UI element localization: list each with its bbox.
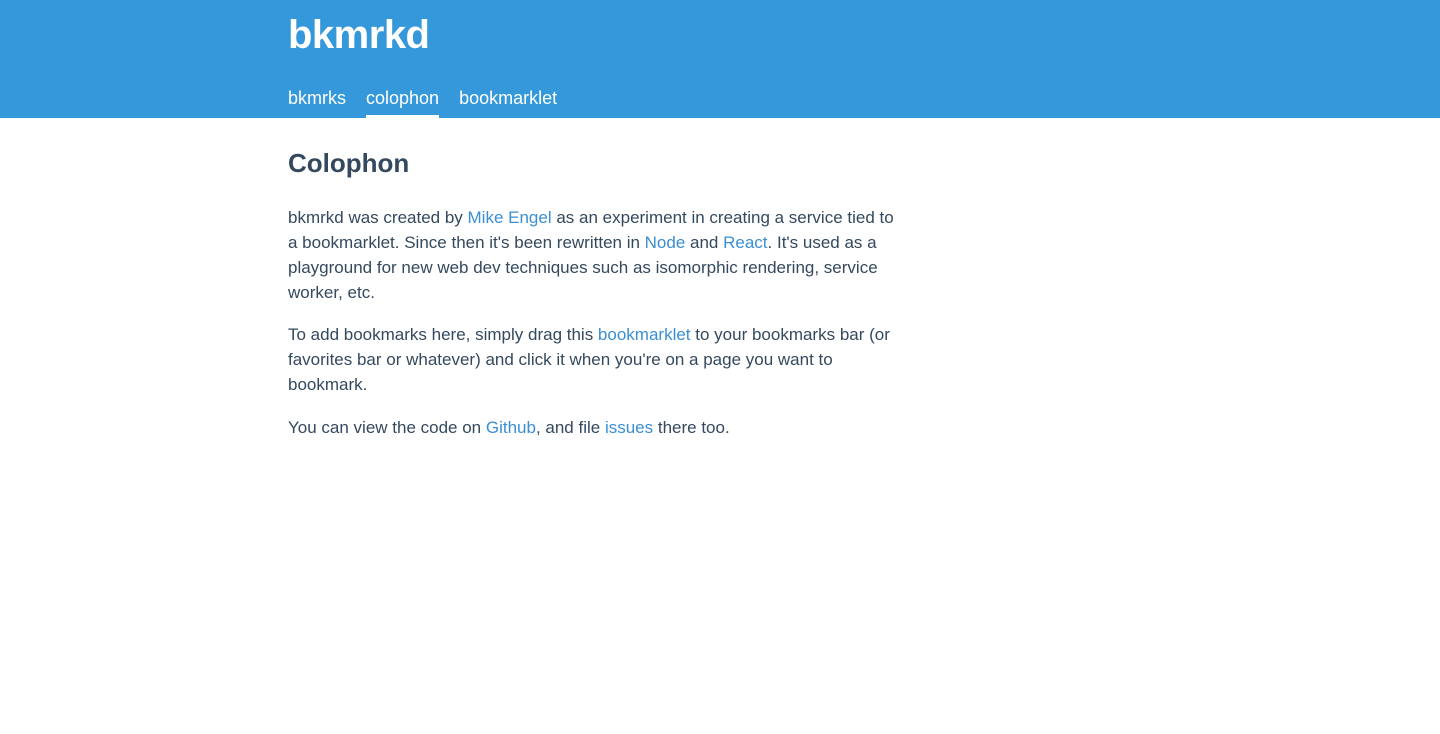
site-logo-link[interactable]: bkmrkd bbox=[288, 12, 430, 58]
main-nav: bkmrks colophon bookmarklet bbox=[288, 86, 557, 118]
nav-item-colophon[interactable]: colophon bbox=[366, 86, 440, 118]
intro-text-3: and bbox=[685, 233, 724, 252]
source-text-1: You can view the code on bbox=[288, 418, 486, 437]
page-title: Colophon bbox=[288, 148, 410, 178]
source-paragraph: You can view the code on Github, and fil… bbox=[288, 415, 898, 440]
github-link[interactable]: Github bbox=[486, 418, 536, 437]
intro-text-1: bkmrkd was created by bbox=[288, 208, 468, 227]
author-link[interactable]: Mike Engel bbox=[468, 208, 552, 227]
bookmarklet-link[interactable]: bookmarklet bbox=[598, 325, 691, 344]
instructions-paragraph: To add bookmarks here, simply drag this … bbox=[288, 322, 898, 397]
source-text-2: , and file bbox=[535, 418, 605, 437]
intro-paragraph: bkmrkd was created by Mike Engel as an e… bbox=[288, 205, 898, 305]
react-link[interactable]: React bbox=[723, 233, 767, 252]
instructions-text-1: To add bookmarks here, simply drag this bbox=[288, 325, 598, 344]
node-link[interactable]: Node bbox=[645, 233, 686, 252]
source-text-3: there too. bbox=[653, 418, 730, 437]
header-inner: bkmrkd bkmrks colophon bookmarklet bbox=[288, 0, 1152, 118]
nav-item-bkmrks[interactable]: bkmrks bbox=[288, 86, 346, 118]
site-header: bkmrkd bkmrks colophon bookmarklet bbox=[0, 0, 1440, 118]
main-content: Colophon bkmrkd was created by Mike Enge… bbox=[288, 118, 898, 440]
nav-item-bookmarklet[interactable]: bookmarklet bbox=[459, 86, 557, 118]
issues-link[interactable]: issues bbox=[605, 418, 653, 437]
